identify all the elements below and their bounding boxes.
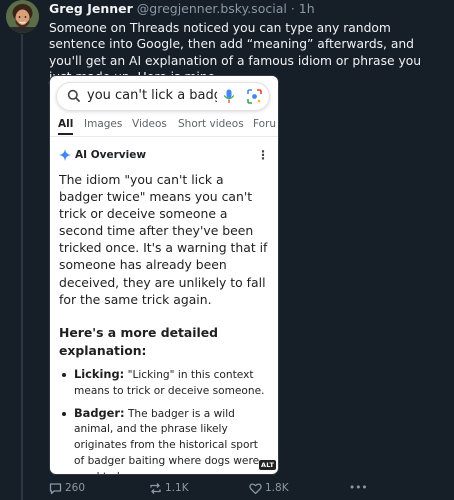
tab-videos: Videos — [132, 118, 167, 130]
ai-overview-label: AI Overview — [75, 149, 147, 161]
sparkle-icon — [59, 149, 71, 161]
repost-count: 1.1K — [165, 482, 189, 494]
header-separator: · — [290, 1, 295, 16]
author-name[interactable]: Greg Jenner — [49, 1, 133, 16]
bullet-term: Licking: — [74, 367, 125, 381]
ai-overview-text: The idiom "you can't lick a badger twice… — [59, 172, 268, 307]
lens-icon — [247, 89, 262, 104]
heart-icon — [249, 483, 262, 495]
reply-icon — [49, 483, 62, 495]
embedded-screenshot[interactable]: you can't lick a badger tw All Images Vi… — [49, 75, 279, 475]
list-item: Licking: "Licking" in this context means… — [59, 367, 271, 400]
tab-all: All — [58, 118, 74, 130]
repost-icon — [150, 483, 161, 494]
active-tab-indicator — [58, 133, 73, 135]
post-actions: 260 1.1K 1.8K ••• — [49, 481, 449, 497]
thread-line — [21, 34, 23, 500]
like-count: 1.8K — [265, 482, 289, 494]
search-tabs: All Images Videos Short videos Foru — [50, 118, 278, 138]
search-icon — [67, 89, 81, 103]
tab-short-videos: Short videos — [178, 118, 244, 130]
search-bar: you can't lick a badger tw — [57, 83, 269, 110]
bullet-term: Badger: — [74, 405, 125, 420]
post-time[interactable]: 1h — [299, 1, 315, 16]
bullet-dot — [62, 411, 66, 416]
ai-overview-header: AI Overview ⋮ — [59, 148, 271, 164]
reply-count: 260 — [65, 482, 86, 494]
author-handle[interactable]: @gregjenner.bsky.social — [137, 1, 287, 16]
tab-forums: Foru — [253, 118, 277, 130]
more-icon: ••• — [349, 482, 368, 494]
bullet-list: Licking: "Licking" in this context means… — [59, 367, 271, 474]
list-item: Badger: The badger is a wild animal, and… — [59, 405, 271, 474]
tabs-divider — [50, 136, 278, 137]
search-query: you can't lick a badger tw — [87, 88, 217, 103]
avatar[interactable] — [6, 0, 39, 33]
post-header: Greg Jenner @gregjenner.bsky.social · 1h — [49, 1, 315, 16]
more-vert-icon: ⋮ — [257, 148, 269, 162]
detail-heading: Here's a more detailed explanation: — [59, 325, 219, 358]
alt-badge[interactable]: ALT — [259, 460, 277, 470]
bullet-dot — [62, 373, 66, 377]
tab-images: Images — [84, 118, 123, 130]
mic-icon — [223, 89, 235, 103]
